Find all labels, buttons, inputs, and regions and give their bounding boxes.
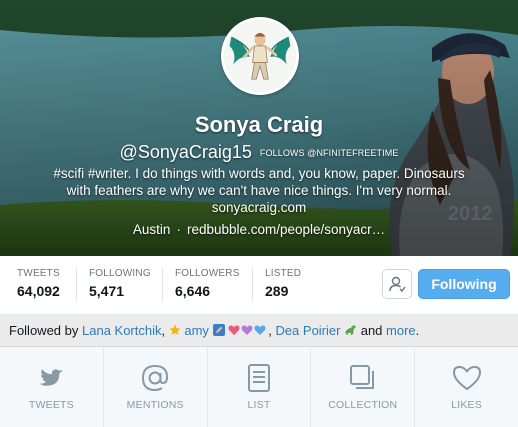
tab-label: TWEETS: [28, 399, 74, 411]
tab-label: LIST: [247, 399, 271, 411]
tab-label: COLLECTION: [328, 399, 398, 411]
stat-value: 64,092: [17, 283, 60, 299]
stat-label: FOLLOWING: [89, 268, 151, 279]
list-icon: [247, 364, 270, 392]
profile-website-link[interactable]: sonyacraig.com: [0, 199, 518, 216]
collection-icon: [349, 365, 374, 389]
bio-line: #scifi #writer. I do things with words a…: [53, 166, 465, 181]
profile-tabs: TWEETS MENTIONS LIST COLLECTION LIKES: [0, 347, 518, 427]
location-line: Austin · redbubble.com/people/sonyacr…: [0, 222, 518, 237]
stat-label: TWEETS: [17, 268, 60, 279]
tab-label: MENTIONS: [126, 399, 184, 411]
handle-line: @SonyaCraig15 FOLLOWS @NFINITEFREETIME: [0, 142, 518, 163]
follower-link[interactable]: amy: [184, 323, 209, 338]
comma: ,: [268, 323, 272, 338]
and-text: and: [360, 323, 383, 338]
tab-collection[interactable]: COLLECTION: [311, 347, 416, 427]
profile-bio: #scifi #writer. I do things with words a…: [0, 165, 518, 216]
pencil-emoji-icon: [212, 324, 225, 336]
heart-icon: [452, 366, 481, 390]
follower-link[interactable]: Dea Poirier: [275, 323, 340, 338]
stat-followers[interactable]: FOLLOWERS 6,646: [174, 268, 240, 304]
hearts-emoji-icon: [228, 325, 266, 335]
profile-header: 2012 Sonya Craig @SonyaCraig15FOLLOWS @N…: [0, 0, 518, 256]
bio-line: with feathers are why we can't have nice…: [66, 183, 452, 198]
following-button[interactable]: Following: [418, 269, 510, 299]
stat-label: LISTED: [265, 268, 302, 279]
stat-label: FOLLOWERS: [175, 268, 240, 279]
stat-value: 5,471: [89, 283, 125, 299]
tab-likes[interactable]: LIKES: [415, 347, 518, 427]
follows-you-badge: FOLLOWS @NFINITEFREETIME: [259, 147, 399, 158]
at-sign-icon: [142, 364, 169, 392]
stat-divider: [162, 268, 163, 302]
avatar-illustration: [224, 20, 296, 92]
stat-listed[interactable]: LISTED 289: [264, 268, 301, 304]
star-emoji-icon: [169, 324, 181, 335]
stat-value: 6,646: [175, 283, 211, 299]
tab-tweets[interactable]: TWEETS: [0, 347, 104, 427]
profile-name: Sonya Craig: [194, 112, 324, 137]
separator-dot: ·: [176, 222, 181, 237]
bird-icon: [39, 369, 64, 386]
profile-avatar[interactable]: [221, 17, 299, 95]
profile-location: Austin: [132, 222, 171, 237]
followed-by-bar: Followed by Lana Kortchik, amy , Dea Poi…: [0, 314, 518, 347]
followed-by-prefix: Followed by: [9, 323, 79, 338]
follower-link[interactable]: Lana Kortchik: [82, 323, 162, 338]
tab-list[interactable]: LIST: [208, 347, 312, 427]
profile-handle: @SonyaCraig15: [119, 142, 252, 162]
stat-divider: [76, 268, 77, 302]
stat-following[interactable]: FOLLOWING 5,471: [88, 268, 151, 304]
comma: ,: [161, 323, 166, 338]
tab-label: LIKES: [451, 399, 482, 411]
more-followers-link[interactable]: more: [386, 323, 416, 338]
stat-divider: [252, 268, 253, 302]
profile-external-link[interactable]: redbubble.com/people/sonyacr…: [187, 222, 385, 237]
stat-tweets[interactable]: TWEETS 64,092: [16, 268, 60, 304]
period: .: [415, 323, 420, 338]
user-actions-button[interactable]: [382, 269, 412, 299]
stat-value: 289: [265, 283, 289, 299]
tab-mentions[interactable]: MENTIONS: [104, 347, 208, 427]
user-settings-icon: [389, 276, 406, 293]
dinosaur-emoji-icon: [345, 325, 356, 335]
